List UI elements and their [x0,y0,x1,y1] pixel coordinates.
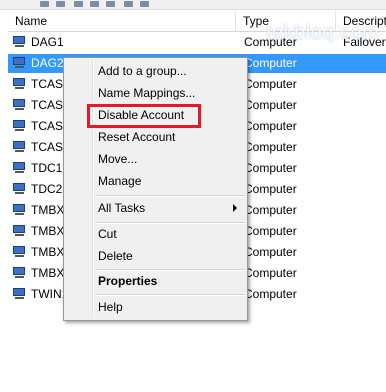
computer-icon [13,225,27,237]
toolbar-icon[interactable] [56,1,65,7]
computer-icon [13,183,27,195]
menu-item-cut[interactable]: Cut [98,223,117,245]
toolbar-icon[interactable] [106,1,115,7]
item-type: Computer [244,287,297,301]
menu-item-name-mappings[interactable]: Name Mappings... [98,82,195,104]
annotation-highlight-box [87,104,201,128]
list-item[interactable]: DAG1 Computer Failover [8,32,386,53]
menu-item-delete[interactable]: Delete [98,245,133,267]
item-type: Computer [244,35,297,49]
menu-item-help[interactable]: Help [98,296,123,318]
computer-icon [13,57,27,69]
column-header-name[interactable]: Name [8,11,236,31]
item-type: Computer [244,140,297,154]
column-header-type[interactable]: Type [236,11,336,31]
item-type: Computer [244,56,297,70]
toolbar-icon[interactable] [40,1,49,7]
toolbar-icon[interactable] [90,1,99,7]
item-description: Failover [343,35,386,49]
item-type: Computer [244,245,297,259]
computer-icon [13,99,27,111]
item-type: Computer [244,119,297,133]
item-type: Computer [244,98,297,112]
menu-item-properties[interactable]: Properties [98,270,157,292]
menu-gutter [92,60,94,318]
submenu-arrow-icon [233,204,237,212]
toolbar [0,0,386,10]
toolbar-icon[interactable] [74,1,83,7]
menu-item-move[interactable]: Move... [98,148,137,170]
item-type: Computer [244,266,297,280]
menu-item-all-tasks[interactable]: All Tasks [98,197,145,219]
computer-icon [13,78,27,90]
toolbar-icon[interactable] [140,1,149,7]
computer-icon [13,141,27,153]
computer-icon [13,162,27,174]
item-type: Computer [244,161,297,175]
context-menu: Add to a group... Name Mappings... Disab… [63,57,248,321]
item-type: Computer [244,182,297,196]
item-name: DAG1 [31,35,64,49]
computer-icon [13,267,27,279]
item-type: Computer [244,203,297,217]
computer-icon [13,288,27,300]
computer-icon [13,36,27,48]
computer-icon [13,120,27,132]
list-header: Name Type Descript [8,11,386,32]
menu-item-add-to-group[interactable]: Add to a group... [98,60,187,82]
item-type: Computer [244,224,297,238]
computer-icon [13,204,27,216]
toolbar-icon[interactable] [124,1,133,7]
computer-icon [13,246,27,258]
menu-item-manage[interactable]: Manage [98,170,141,192]
menu-item-reset-account[interactable]: Reset Account [98,126,175,148]
menu-separator [95,222,245,224]
item-type: Computer [244,77,297,91]
column-header-description[interactable]: Descript [336,11,386,31]
